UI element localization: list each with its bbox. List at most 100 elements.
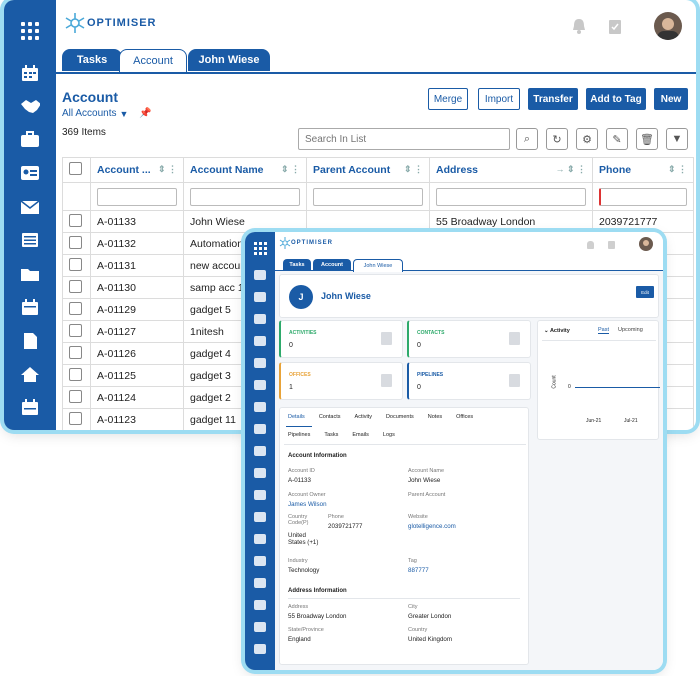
stat-card-contacts[interactable]: CONTACTS 0 <box>407 320 531 358</box>
row-checkbox[interactable] <box>62 210 91 233</box>
row-checkbox[interactable] <box>62 276 91 299</box>
home-icon[interactable] <box>254 468 266 478</box>
document-icon[interactable] <box>254 446 266 456</box>
column-phone[interactable]: Phone ⇕ ⋮ <box>592 157 694 183</box>
view-selector[interactable]: All Accounts ▼ 📌 <box>62 108 152 119</box>
contact-card-icon[interactable] <box>20 164 40 182</box>
calendar-icon[interactable] <box>20 64 40 82</box>
filter-input[interactable] <box>436 187 586 206</box>
delete-trash-icon[interactable]: 🗑 <box>636 128 658 150</box>
tab-documents[interactable]: Documents <box>386 414 414 420</box>
merge-button[interactable]: Merge <box>428 88 468 110</box>
clipboard-icon[interactable] <box>254 578 266 588</box>
folder-icon[interactable] <box>20 265 40 283</box>
tab-account[interactable]: Account <box>119 49 187 72</box>
briefcase-icon[interactable] <box>254 314 266 324</box>
row-checkbox[interactable] <box>62 364 91 387</box>
column-account-id[interactable]: Account ... ⇕ ⋮ <box>90 157 184 183</box>
apps-grid-icon[interactable] <box>254 242 267 255</box>
row-checkbox[interactable] <box>62 298 91 321</box>
table-row[interactable]: A-01133 John Wiese 55 Broadway London 20397… <box>62 210 694 233</box>
pin-icon[interactable]: 📌 <box>139 108 151 119</box>
tab-tasks[interactable]: Tasks <box>62 49 122 71</box>
calendar-alt-icon[interactable] <box>20 298 40 316</box>
tasks-check-icon[interactable] <box>608 241 615 249</box>
stat-card-pipelines[interactable]: PIPELINES 0 <box>407 362 531 400</box>
edit-icon[interactable]: ✎ <box>606 128 628 150</box>
filter-input[interactable] <box>190 187 300 206</box>
website-link[interactable]: glotelligence.com <box>408 523 456 530</box>
column-account-name[interactable]: Account Name ⇕ ⋮ <box>183 157 307 183</box>
tab-details[interactable]: Details <box>288 414 305 420</box>
row-checkbox[interactable] <box>62 386 91 409</box>
tab-contacts[interactable]: Contacts <box>319 414 341 420</box>
report-icon[interactable] <box>254 600 266 610</box>
stat-card-activities[interactable]: ACTIVITIES 0 <box>279 320 403 358</box>
avatar[interactable] <box>639 237 653 251</box>
search-icon[interactable]: ⌕ <box>516 128 538 150</box>
account-owner-link[interactable]: James Wilson <box>288 501 327 508</box>
tab-past[interactable]: Past <box>598 327 610 334</box>
bell-icon[interactable] <box>587 241 594 249</box>
list-icon[interactable] <box>20 231 40 249</box>
stat-card-offices[interactable]: OFFICES 1 <box>279 362 403 400</box>
tab-notes[interactable]: Notes <box>428 414 442 420</box>
tab-pipelines[interactable]: Pipelines <box>288 432 310 438</box>
home-icon[interactable] <box>20 365 40 383</box>
filter-icon[interactable]: ▼ <box>666 128 688 150</box>
calendar-icon[interactable] <box>254 270 266 280</box>
tab-john-wiese[interactable]: John Wiese <box>353 259 403 272</box>
folder-icon[interactable] <box>254 402 266 412</box>
sort-icon[interactable]: ⇕ ⋮ <box>281 164 300 175</box>
handshake-alt-icon[interactable] <box>254 556 266 566</box>
sort-icon[interactable]: ⇕ ⋮ <box>404 164 423 175</box>
mail-icon[interactable] <box>254 358 266 368</box>
apps-grid-icon[interactable] <box>20 22 40 40</box>
calendar-alt-icon[interactable] <box>254 424 266 434</box>
list-icon[interactable] <box>254 380 266 390</box>
chevron-down-icon[interactable]: ⌄ <box>544 328 549 334</box>
column-parent-account[interactable]: Parent Account ⇕ ⋮ <box>306 157 430 183</box>
sort-icon[interactable]: → ⇕ ⋮ <box>555 164 586 175</box>
handshake-icon[interactable] <box>20 97 40 115</box>
tag-link[interactable]: 887777 <box>408 567 429 574</box>
sort-icon[interactable]: ⇕ ⋮ <box>668 164 687 175</box>
mail-icon[interactable] <box>20 198 40 216</box>
row-checkbox[interactable] <box>62 254 91 277</box>
search-input[interactable] <box>298 128 510 150</box>
contact-card-icon[interactable] <box>254 336 266 346</box>
team-icon[interactable] <box>254 512 266 522</box>
filter-input[interactable] <box>599 187 687 206</box>
row-checkbox[interactable] <box>62 408 91 430</box>
schedule-icon[interactable] <box>254 490 266 500</box>
tab-john-wiese[interactable]: John Wiese <box>188 49 270 71</box>
tab-logs[interactable]: Logs <box>383 432 395 438</box>
new-button[interactable]: New <box>654 88 688 110</box>
sort-icon[interactable]: ⇕ ⋮ <box>158 164 177 175</box>
diagram-icon[interactable] <box>254 534 266 544</box>
tab-tasks[interactable]: Tasks <box>324 432 338 438</box>
briefcase-icon[interactable] <box>20 130 40 148</box>
handshake-icon[interactable] <box>254 292 266 302</box>
filter-input[interactable] <box>313 187 423 206</box>
tab-tasks[interactable]: Tasks <box>283 259 311 271</box>
bell-icon[interactable] <box>572 18 586 39</box>
avatar[interactable] <box>654 12 682 40</box>
add-to-tag-button[interactable]: Add to Tag <box>586 88 646 110</box>
tasks-check-icon[interactable] <box>608 18 622 39</box>
tab-account[interactable]: Account <box>313 259 351 271</box>
tab-upcoming[interactable]: Upcoming <box>618 327 643 333</box>
tab-offices[interactable]: Offices <box>456 414 473 420</box>
filter-input[interactable] <box>97 187 177 206</box>
import-button[interactable]: Import <box>478 88 520 110</box>
edit-button[interactable]: Edit <box>636 286 654 298</box>
schedule-icon[interactable] <box>20 398 40 416</box>
tab-activity[interactable]: Activity <box>355 414 372 420</box>
refresh-icon[interactable]: ↻ <box>546 128 568 150</box>
row-checkbox[interactable] <box>62 342 91 365</box>
transfer-button[interactable]: Transfer <box>528 88 578 110</box>
gauge-icon[interactable] <box>254 622 266 632</box>
building-icon[interactable] <box>254 644 266 654</box>
row-checkbox[interactable] <box>62 232 91 255</box>
select-all-checkbox[interactable] <box>62 157 91 183</box>
